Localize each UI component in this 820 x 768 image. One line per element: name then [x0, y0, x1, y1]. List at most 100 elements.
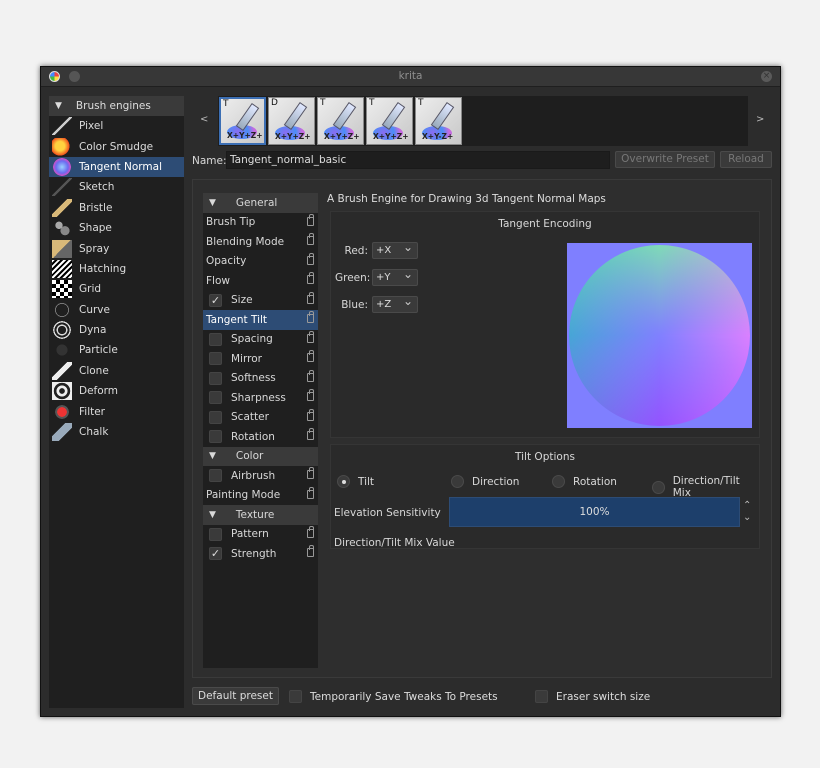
- option-painting-mode[interactable]: Painting Mode: [203, 486, 318, 506]
- clone-icon: [52, 361, 72, 380]
- reload-button[interactable]: Reload: [720, 151, 772, 168]
- mirror-checkbox[interactable]: [209, 352, 222, 366]
- lock-icon[interactable]: [307, 486, 314, 499]
- softness-checkbox[interactable]: [209, 371, 222, 385]
- lock-icon[interactable]: [307, 330, 314, 343]
- engine-item-label: Clone: [79, 364, 109, 377]
- engine-item-hatching[interactable]: Hatching: [49, 259, 184, 279]
- lock-icon[interactable]: [307, 272, 314, 284]
- engine-item-label: Chalk: [79, 426, 109, 439]
- green-row: Green: +Y: [335, 267, 418, 286]
- lock-icon[interactable]: [307, 408, 314, 421]
- engine-item-label: Pixel: [79, 120, 104, 133]
- engine-item-clone[interactable]: Clone: [49, 361, 184, 381]
- option-spacing[interactable]: Spacing: [203, 330, 318, 350]
- engine-item-spray[interactable]: Spray: [49, 238, 184, 258]
- overwrite-preset-button[interactable]: Overwrite Preset: [615, 151, 715, 168]
- engine-item-sketch[interactable]: Sketch: [49, 177, 184, 197]
- lock-icon[interactable]: [307, 291, 314, 304]
- option-opacity[interactable]: Opacity: [203, 252, 318, 272]
- airbrush-checkbox[interactable]: [209, 469, 222, 483]
- green-channel-select[interactable]: +Y: [372, 267, 418, 286]
- lock-icon[interactable]: [307, 389, 314, 401]
- preset-thumbnail[interactable]: D X+Y+Z+: [268, 97, 315, 145]
- engine-item-color-smudge[interactable]: Color Smudge: [49, 136, 184, 156]
- direction-radio[interactable]: Direction: [451, 475, 519, 488]
- window-title: krita: [398, 70, 423, 82]
- option-sharpness[interactable]: Sharpness: [203, 388, 318, 408]
- lock-icon[interactable]: [307, 525, 314, 538]
- lock-icon[interactable]: [307, 311, 314, 323]
- blue-channel-select[interactable]: +Z: [372, 294, 418, 313]
- preset-prev-button[interactable]: <: [200, 114, 208, 125]
- option-mirror[interactable]: Mirror: [203, 349, 318, 369]
- lock-icon[interactable]: [307, 428, 314, 440]
- direction-tilt-mix-radio[interactable]: Direction/Tilt Mix: [652, 475, 759, 499]
- option-airbrush[interactable]: Airbrush: [203, 466, 318, 486]
- default-preset-button[interactable]: Default preset: [192, 687, 279, 705]
- option-rotation[interactable]: Rotation: [203, 427, 318, 447]
- collapse-triangle-icon: ▼: [209, 509, 216, 520]
- lock-icon[interactable]: [307, 233, 314, 245]
- temp-save-tweaks-checkbox[interactable]: Temporarily Save Tweaks To Presets: [289, 690, 498, 703]
- engine-item-deform[interactable]: Deform: [49, 381, 184, 401]
- option-softness[interactable]: Softness: [203, 369, 318, 389]
- red-channel-select[interactable]: +X: [372, 240, 418, 259]
- size-checkbox[interactable]: ✓: [209, 293, 222, 307]
- tangent-encoding-group: Tangent Encoding Red: +X Green: +Y Blue:…: [330, 211, 760, 438]
- preset-thumbnail[interactable]: T X+Y+Z+: [317, 97, 364, 145]
- option-tangent-tilt[interactable]: Tangent Tilt: [203, 310, 318, 330]
- lock-icon[interactable]: [307, 252, 314, 265]
- engine-item-bristle[interactable]: Bristle: [49, 198, 184, 218]
- preset-thumbnail[interactable]: T X+Y+Z+: [366, 97, 413, 145]
- preset-thumbnail[interactable]: T X+Y-Z+: [415, 97, 462, 145]
- preset-thumbnail[interactable]: T X+Y+Z+: [219, 97, 266, 145]
- preset-letter: T: [320, 98, 326, 108]
- sharpness-checkbox[interactable]: [209, 391, 222, 405]
- preset-code: X+Y+Z+: [227, 131, 263, 140]
- option-flow[interactable]: Flow: [203, 271, 318, 291]
- spacing-checkbox[interactable]: [209, 332, 222, 346]
- engine-item-filter[interactable]: Filter: [49, 401, 184, 421]
- option-strength[interactable]: ✓ Strength: [203, 544, 318, 564]
- strength-checkbox[interactable]: ✓: [209, 547, 222, 561]
- preset-code: X+Y+Z+: [275, 132, 311, 141]
- close-button[interactable]: ×: [761, 71, 772, 82]
- eraser-switch-size-checkbox[interactable]: Eraser switch size: [535, 690, 650, 703]
- engine-item-tangent-normal[interactable]: Tangent Normal: [49, 156, 184, 178]
- option-scatter[interactable]: Scatter: [203, 408, 318, 428]
- engine-item-chalk[interactable]: Chalk: [49, 422, 184, 442]
- lock-icon[interactable]: [307, 213, 314, 226]
- option-brush-tip[interactable]: Brush Tip: [203, 213, 318, 233]
- preset-name-input[interactable]: Tangent_normal_basic: [226, 151, 610, 169]
- engine-item-pixel[interactable]: Pixel: [49, 116, 184, 136]
- lock-icon[interactable]: [307, 369, 314, 382]
- option-blending-mode[interactable]: Blending Mode: [203, 232, 318, 252]
- engine-item-shape[interactable]: Shape: [49, 218, 184, 238]
- option-pattern[interactable]: Pattern: [203, 525, 318, 545]
- engine-item-dyna[interactable]: Dyna: [49, 320, 184, 340]
- preset-code: X+Y-Z+: [422, 132, 454, 141]
- brush-engines-header[interactable]: ▼ Brush engines: [49, 96, 184, 116]
- texture-section-header[interactable]: ▼ Texture: [203, 505, 318, 525]
- lock-icon[interactable]: [307, 467, 314, 479]
- option-size[interactable]: ✓ Size: [203, 291, 318, 311]
- scatter-checkbox[interactable]: [209, 410, 222, 424]
- color-section-header[interactable]: ▼ Color: [203, 446, 318, 466]
- engine-item-label: Shape: [79, 222, 112, 235]
- preset-letter: D: [271, 98, 278, 108]
- brush-editor-window: krita × ▼ Brush engines Pixel Color Smudg…: [40, 66, 781, 717]
- preset-next-button[interactable]: >: [756, 114, 764, 125]
- lock-icon[interactable]: [307, 545, 314, 557]
- engine-item-grid[interactable]: Grid: [49, 279, 184, 299]
- elevation-sensitivity-slider[interactable]: 100%: [449, 497, 740, 527]
- engine-item-particle[interactable]: Particle: [49, 340, 184, 360]
- rotation-radio[interactable]: Rotation: [552, 475, 617, 488]
- general-section-header[interactable]: ▼ General: [203, 193, 318, 213]
- engine-item-curve[interactable]: Curve: [49, 300, 184, 320]
- pattern-checkbox[interactable]: [209, 527, 222, 541]
- tilt-radio[interactable]: Tilt: [337, 475, 374, 488]
- lock-icon[interactable]: [307, 350, 314, 362]
- rotation-checkbox[interactable]: [209, 430, 222, 444]
- spin-arrows-icon[interactable]: ⌃ ⌄: [743, 500, 751, 524]
